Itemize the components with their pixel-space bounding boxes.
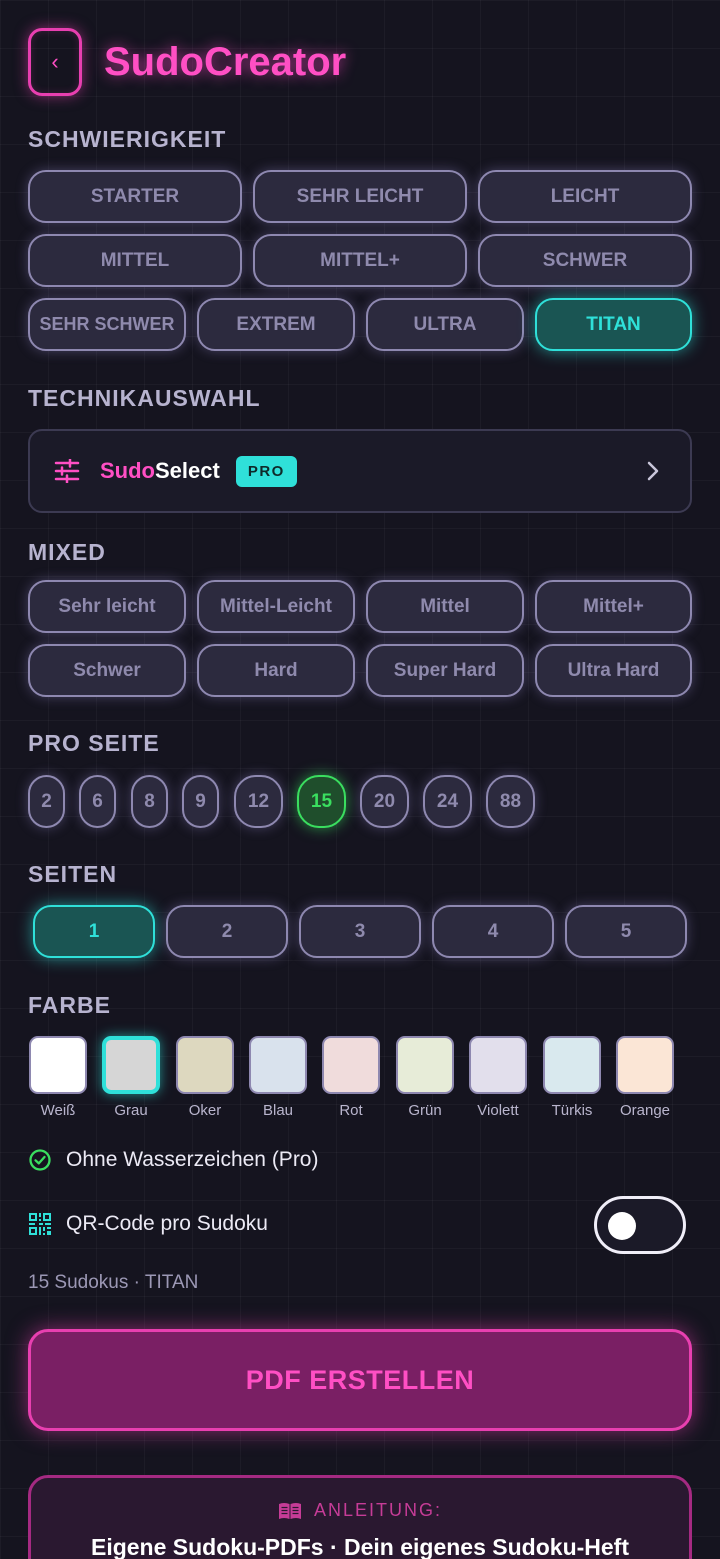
color-swatch[interactable]: Violett: [468, 1036, 528, 1119]
color-swatch[interactable]: Weiß: [28, 1036, 88, 1119]
guide-text: Eigene Sudoku-PDFs · Dein eigenes Sudoku…: [90, 1534, 629, 1559]
swatch-label: Oker: [188, 1102, 222, 1119]
swatch-label: Grün: [408, 1102, 442, 1119]
per-page-option[interactable]: 9: [182, 775, 219, 828]
swatch-label: Violett: [477, 1102, 519, 1119]
pages-label: SEITEN: [28, 861, 118, 887]
check-circle-icon: [29, 1149, 51, 1171]
swatch-color-grey: [102, 1036, 160, 1094]
swatch-label: Weiß: [40, 1102, 76, 1119]
color-swatch[interactable]: Türkis: [542, 1036, 602, 1119]
difficulty-option[interactable]: STARTER: [28, 170, 242, 223]
mixed-option[interactable]: Mittel: [366, 580, 524, 633]
swatch-color-blue: [249, 1036, 307, 1094]
swatch-color-violet: [469, 1036, 527, 1094]
swatch-color-green: [396, 1036, 454, 1094]
difficulty-label: SCHWIERIGKEIT: [28, 126, 227, 152]
color-swatch[interactable]: Blau: [248, 1036, 308, 1119]
color-swatch-selected[interactable]: Grau: [101, 1036, 161, 1119]
per-page-option[interactable]: 88: [486, 775, 535, 828]
watermark-label: Ohne Wasserzeichen (Pro): [66, 1148, 319, 1171]
per-page-option[interactable]: 12: [234, 775, 283, 828]
back-button[interactable]: ‹: [28, 28, 82, 96]
sudoselect-card[interactable]: Sudo Select PRO: [28, 429, 692, 513]
per-page-option-selected[interactable]: 15: [297, 775, 346, 828]
mixed-option[interactable]: Mittel+: [535, 580, 692, 633]
difficulty-option[interactable]: SEHR LEICHT: [253, 170, 467, 223]
swatch-label: Orange: [619, 1102, 671, 1119]
qr-toggle[interactable]: [594, 1196, 686, 1254]
difficulty-option[interactable]: ULTRA: [366, 298, 524, 351]
guide-heading: ANLEITUNG:: [313, 1500, 443, 1520]
app-title: SudoCreator: [104, 39, 347, 84]
technique-label: TECHNIKAUSWAHL: [28, 385, 261, 411]
difficulty-option-selected[interactable]: TITAN: [535, 298, 692, 351]
difficulty-option[interactable]: MITTEL+: [253, 234, 467, 287]
pages-option[interactable]: 3: [299, 905, 421, 958]
per-page-option[interactable]: 20: [360, 775, 409, 828]
swatch-color-white: [29, 1036, 87, 1094]
color-label: FARBE: [28, 992, 111, 1018]
per-page-option[interactable]: 24: [423, 775, 472, 828]
per-page-option[interactable]: 6: [79, 775, 116, 828]
difficulty-option[interactable]: SEHR SCHWER: [28, 298, 186, 351]
difficulty-option[interactable]: SCHWER: [478, 234, 692, 287]
color-swatch[interactable]: Orange: [615, 1036, 675, 1119]
pages-option[interactable]: 4: [432, 905, 554, 958]
difficulty-option[interactable]: MITTEL: [28, 234, 242, 287]
mixed-option[interactable]: Super Hard: [366, 644, 524, 697]
mixed-label: MIXED: [28, 539, 106, 565]
sudoselect-name-suffix: Select: [155, 458, 220, 483]
swatch-color-red: [322, 1036, 380, 1094]
difficulty-option[interactable]: EXTREM: [197, 298, 355, 351]
header: ‹ SudoCreator: [28, 28, 692, 96]
watermark-option: Ohne Wasserzeichen (Pro): [28, 1148, 318, 1172]
color-swatch[interactable]: Oker: [175, 1036, 235, 1119]
pages-option[interactable]: 5: [565, 905, 687, 958]
mixed-option[interactable]: Ultra Hard: [535, 644, 692, 697]
qr-code-icon: [29, 1213, 51, 1235]
per-page-option[interactable]: 2: [28, 775, 65, 828]
mixed-option[interactable]: Hard: [197, 644, 355, 697]
chevron-right-icon: [647, 461, 659, 481]
toggle-knob: [608, 1212, 636, 1240]
per-page-label: PRO SEITE: [28, 730, 160, 756]
swatch-label: Grau: [114, 1102, 148, 1119]
swatch-label: Türkis: [551, 1102, 593, 1119]
color-swatch[interactable]: Rot: [321, 1036, 381, 1119]
mixed-option[interactable]: Schwer: [28, 644, 186, 697]
swatch-color-turquoise: [543, 1036, 601, 1094]
swatch-label: Rot: [339, 1102, 363, 1119]
qr-label: QR-Code pro Sudoku: [66, 1212, 268, 1235]
per-page-option[interactable]: 8: [131, 775, 168, 828]
qr-option: QR-Code pro Sudoku: [28, 1212, 268, 1236]
color-swatch[interactable]: Grün: [395, 1036, 455, 1119]
swatch-label: Blau: [262, 1102, 294, 1119]
guide-heading-row: ANLEITUNG:: [31, 1500, 689, 1521]
sliders-icon: [54, 459, 80, 483]
difficulty-option[interactable]: LEICHT: [478, 170, 692, 223]
swatch-color-ochre: [176, 1036, 234, 1094]
summary-text: 15 Sudokus · TITAN: [28, 1272, 199, 1293]
pro-badge: PRO: [235, 455, 297, 487]
sudoselect-name-prefix: Sudo: [100, 458, 155, 483]
swatch-color-orange: [616, 1036, 674, 1094]
mixed-option[interactable]: Sehr leicht: [28, 580, 186, 633]
pages-option[interactable]: 2: [166, 905, 288, 958]
pages-option-selected[interactable]: 1: [33, 905, 155, 958]
chevron-left-icon: ‹: [51, 49, 59, 74]
guide-card[interactable]: ANLEITUNG: Eigene Sudoku-PDFs · Dein eig…: [28, 1475, 692, 1559]
mixed-option[interactable]: Mittel-Leicht: [197, 580, 355, 633]
create-pdf-button[interactable]: PDF ERSTELLEN: [28, 1329, 692, 1431]
book-icon: [278, 1502, 301, 1519]
